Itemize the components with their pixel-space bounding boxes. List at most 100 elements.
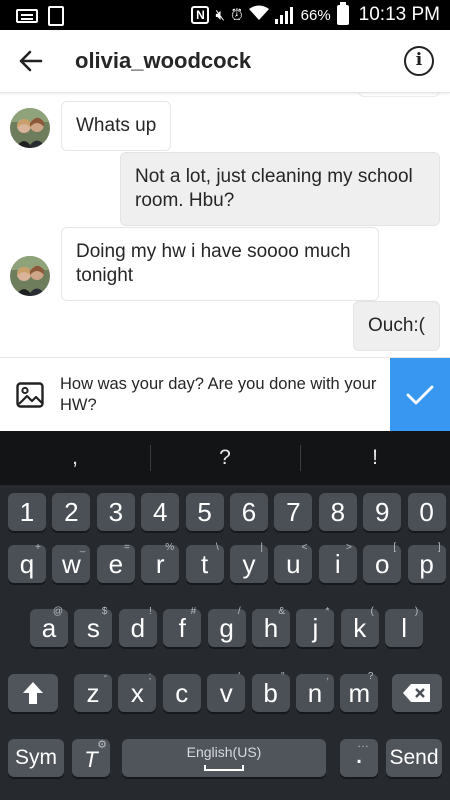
message-bubble-incoming[interactable]: Doing my hw i have soooo much tonight [61,227,379,301]
back-button[interactable] [14,44,48,78]
key-c[interactable]: c [162,674,201,712]
key-w-label: w [62,549,81,579]
key-f-label: f [178,613,186,643]
key-k[interactable]: k( [340,606,379,647]
key-p[interactable]: p] [407,542,446,583]
sym-key[interactable]: Sym [8,739,64,777]
suggestion-bar: , ? ! [0,431,450,485]
key-0-label: 0 [419,497,434,527]
shift-key[interactable] [8,674,58,712]
key-m-alt-label: ? [367,671,374,682]
key-a-alt-label: @ [52,606,63,617]
gear-icon: ⚙ [97,739,107,751]
key-o-label: o [374,549,390,579]
key-7[interactable]: 7 [274,493,313,531]
key-l-label: l [401,613,408,643]
battery-icon [336,2,349,25]
key-4[interactable]: 4 [141,493,180,531]
key-u[interactable]: u < [274,542,313,583]
on-screen-keyboard: , ? ! 1 2 3 4 5 6 7 8 9 0 q + w _ e = r% t \ y | u < i > o[p] a @ s $… [0,431,450,800]
key-r[interactable]: r% [141,542,180,583]
key-h-alt-label: & [278,606,285,617]
key-a[interactable]: a @ [30,606,68,647]
mute-icon: 🔇︎ [215,6,225,24]
key-2[interactable]: 2 [52,493,91,531]
key-j[interactable]: j * [296,606,335,647]
suggestion-question[interactable]: ? [150,431,300,485]
key-d-label: d [130,613,146,643]
message-bubble-incoming[interactable]: Whats up [61,101,172,151]
suggestion-exclamation[interactable]: ! [300,431,450,485]
key-b-alt-label: " [281,671,285,682]
key-g-alt-label: / [237,606,241,617]
key-t[interactable]: t \ [185,542,224,583]
key-l-alt-label: ) [414,606,419,617]
text-settings-key[interactable]: T ⚙ [72,739,110,777]
key-o[interactable]: o[ [363,542,402,583]
key-q-alt-label: + [35,542,41,553]
key-g[interactable]: g / [207,606,246,647]
alarm-icon: ⏰︎ [230,6,243,24]
send-key[interactable]: Send [386,739,442,777]
key-r-label: r [155,549,165,579]
conversation-title[interactable]: olivia_woodcock [75,48,251,74]
message-list[interactable]: Whats up Not a lot, just cleaning my sch… [0,93,450,357]
key-8[interactable]: 8 [318,493,357,531]
key-n[interactable]: n, [296,671,334,712]
key-t-label: t [200,549,209,579]
key-c-label: c [175,678,189,708]
gallery-button[interactable] [16,382,44,408]
message-bubble-outgoing[interactable]: Ouch:( [352,301,440,351]
message-input[interactable]: How was your day? Are you done with your… [60,374,380,416]
avatar[interactable] [10,256,50,296]
key-p-label: p [419,549,434,579]
key-3[interactable]: 3 [96,493,135,531]
status-bar: N 🔇︎ ⏰︎ 66% 10:13 PM [0,0,450,30]
key-s[interactable]: s $ [74,606,113,647]
key-w[interactable]: w _ [52,542,91,583]
key-k-alt-label: ( [370,606,374,617]
key-1[interactable]: 1 [8,493,46,531]
key-y[interactable]: y | [230,542,268,583]
image-icon [16,382,44,408]
message-bubble-outgoing[interactable]: Not a lot, just cleaning my school room.… [120,152,440,226]
key-w-alt-label: _ [79,542,86,553]
key-6[interactable]: 6 [230,493,268,531]
shift-arrow-icon [23,682,43,704]
key-e[interactable]: e = [96,542,135,583]
send-message-button[interactable] [390,358,450,432]
space-key[interactable]: English(US) [122,739,326,777]
checkmark-icon [406,385,434,405]
key-l[interactable]: l) [385,606,424,647]
key-z[interactable]: z- [74,671,112,712]
key-y-label: y [242,549,256,579]
key-h[interactable]: h & [252,606,290,647]
key-0[interactable]: 0 [407,493,446,531]
suggestion-comma[interactable]: , [0,431,150,485]
key-h-label: h [263,613,279,643]
key-t-alt-label: \ [215,542,219,553]
key-b[interactable]: b " [251,671,290,712]
avatar[interactable] [10,108,50,148]
key-2-label: 2 [64,497,79,527]
key-5[interactable]: 5 [185,493,224,531]
key-n-alt-label: , [326,671,329,682]
wifi-icon [248,5,269,25]
key-q[interactable]: q + [8,542,46,583]
key-6-label: 6 [241,497,257,527]
key-d[interactable]: d! [118,606,157,647]
key-y-alt-label: | [260,542,263,553]
backspace-key[interactable] [392,674,442,712]
key-f[interactable]: f # [163,606,202,647]
info-button[interactable]: i [404,46,434,76]
period-key[interactable]: . … [340,737,378,777]
key-x-label: x [130,678,144,708]
key-m[interactable]: m? [340,671,379,712]
space-bar-icon [204,765,244,771]
key-x[interactable]: x; [118,671,157,712]
key-v[interactable]: v ' [207,671,246,712]
key-i[interactable]: i > [318,542,357,583]
key-5-label: 5 [197,497,212,527]
key-9[interactable]: 9 [363,493,402,531]
key-f-alt-label: # [190,606,197,617]
